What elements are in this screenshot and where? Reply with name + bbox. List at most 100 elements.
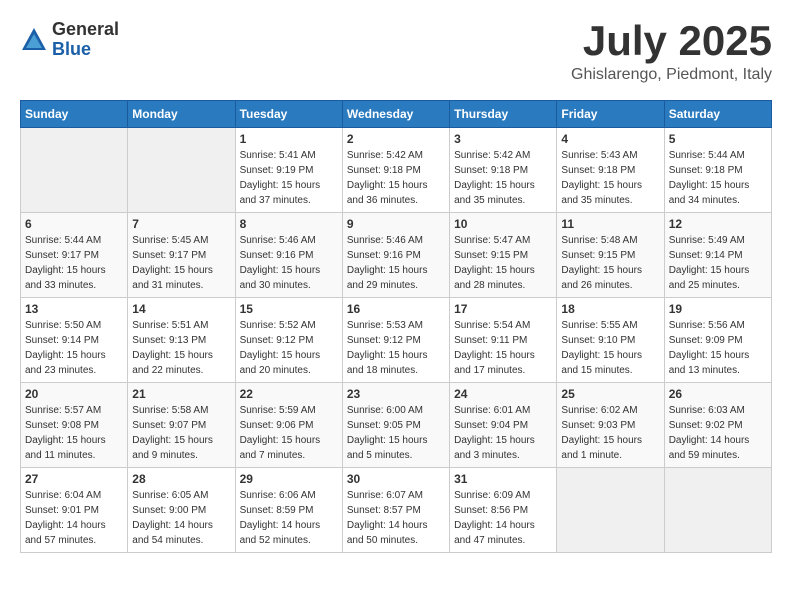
calendar-cell: 7Sunrise: 5:45 AM Sunset: 9:17 PM Daylig… (128, 213, 235, 298)
day-info: Sunrise: 5:45 AM Sunset: 9:17 PM Dayligh… (132, 233, 230, 293)
day-info: Sunrise: 5:46 AM Sunset: 9:16 PM Dayligh… (240, 233, 338, 293)
day-info: Sunrise: 5:49 AM Sunset: 9:14 PM Dayligh… (669, 233, 767, 293)
day-info: Sunrise: 5:58 AM Sunset: 9:07 PM Dayligh… (132, 403, 230, 463)
day-info: Sunrise: 6:03 AM Sunset: 9:02 PM Dayligh… (669, 403, 767, 463)
day-info: Sunrise: 6:09 AM Sunset: 8:56 PM Dayligh… (454, 488, 552, 548)
calendar-cell: 15Sunrise: 5:52 AM Sunset: 9:12 PM Dayli… (235, 298, 342, 383)
day-number: 1 (240, 132, 338, 146)
day-number: 5 (669, 132, 767, 146)
day-number: 26 (669, 387, 767, 401)
day-info: Sunrise: 5:42 AM Sunset: 9:18 PM Dayligh… (347, 148, 445, 208)
calendar-table: SundayMondayTuesdayWednesdayThursdayFrid… (20, 100, 772, 553)
day-number: 16 (347, 302, 445, 316)
calendar-cell: 9 Sunrise: 5:46 AM Sunset: 9:16 PM Daylig… (342, 213, 449, 298)
calendar-cell: 28 Sunrise: 6:05 AM Sunset: 9:00 PM Dayli… (128, 468, 235, 553)
weekday-header-monday: Monday (128, 101, 235, 128)
day-info: Sunrise: 5:48 AM Sunset: 9:15 PM Dayligh… (561, 233, 659, 293)
calendar-cell: 1 Sunrise: 5:41 AM Sunset: 9:19 PM Daylig… (235, 128, 342, 213)
day-number: 28 (132, 472, 230, 486)
day-number: 9 (347, 217, 445, 231)
calendar-body: 1 Sunrise: 5:41 AM Sunset: 9:19 PM Daylig… (21, 128, 772, 553)
calendar-cell: 19Sunrise: 5:56 AM Sunset: 9:09 PM Dayli… (664, 298, 771, 383)
day-number: 15 (240, 302, 338, 316)
calendar-cell: 3Sunrise: 5:42 AM Sunset: 9:18 PM Daylig… (450, 128, 557, 213)
day-info: Sunrise: 5:55 AM Sunset: 9:10 PM Dayligh… (561, 318, 659, 378)
day-info: Sunrise: 5:43 AM Sunset: 9:18 PM Dayligh… (561, 148, 659, 208)
day-info: Sunrise: 6:06 AM Sunset: 8:59 PM Dayligh… (240, 488, 338, 548)
day-info: Sunrise: 6:04 AM Sunset: 9:01 PM Dayligh… (25, 488, 123, 548)
calendar-cell: 12Sunrise: 5:49 AM Sunset: 9:14 PM Dayli… (664, 213, 771, 298)
calendar-cell (664, 468, 771, 553)
day-number: 13 (25, 302, 123, 316)
day-info: Sunrise: 5:44 AM Sunset: 9:18 PM Dayligh… (669, 148, 767, 208)
calendar-cell (557, 468, 664, 553)
calendar-cell: 16 Sunrise: 5:53 AM Sunset: 9:12 PM Dayli… (342, 298, 449, 383)
day-info: Sunrise: 5:56 AM Sunset: 9:09 PM Dayligh… (669, 318, 767, 378)
day-number: 11 (561, 217, 659, 231)
day-number: 23 (347, 387, 445, 401)
calendar-cell (21, 128, 128, 213)
calendar-cell: 11 Sunrise: 5:48 AM Sunset: 9:15 PM Dayli… (557, 213, 664, 298)
day-info: Sunrise: 6:01 AM Sunset: 9:04 PM Dayligh… (454, 403, 552, 463)
calendar-cell: 8 Sunrise: 5:46 AM Sunset: 9:16 PM Daylig… (235, 213, 342, 298)
day-number: 4 (561, 132, 659, 146)
calendar-cell: 31 Sunrise: 6:09 AM Sunset: 8:56 PM Dayli… (450, 468, 557, 553)
calendar-cell: 20Sunrise: 5:57 AM Sunset: 9:08 PM Dayli… (21, 383, 128, 468)
day-info: Sunrise: 5:41 AM Sunset: 9:19 PM Dayligh… (240, 148, 338, 208)
day-number: 27 (25, 472, 123, 486)
page-header: General Blue July 2025 Ghislarengo, Pied… (20, 20, 772, 84)
day-info: Sunrise: 6:05 AM Sunset: 9:00 PM Dayligh… (132, 488, 230, 548)
day-info: Sunrise: 6:00 AM Sunset: 9:05 PM Dayligh… (347, 403, 445, 463)
day-info: Sunrise: 5:46 AM Sunset: 9:16 PM Dayligh… (347, 233, 445, 293)
calendar-header: SundayMondayTuesdayWednesdayThursdayFrid… (21, 101, 772, 128)
day-number: 29 (240, 472, 338, 486)
day-number: 22 (240, 387, 338, 401)
calendar-cell: 21Sunrise: 5:58 AM Sunset: 9:07 PM Dayli… (128, 383, 235, 468)
day-info: Sunrise: 5:50 AM Sunset: 9:14 PM Dayligh… (25, 318, 123, 378)
day-info: Sunrise: 5:42 AM Sunset: 9:18 PM Dayligh… (454, 148, 552, 208)
day-number: 24 (454, 387, 552, 401)
day-number: 31 (454, 472, 552, 486)
calendar-cell: 26 Sunrise: 6:03 AM Sunset: 9:02 PM Dayli… (664, 383, 771, 468)
calendar-cell: 6 Sunrise: 5:44 AM Sunset: 9:17 PM Daylig… (21, 213, 128, 298)
day-number: 8 (240, 217, 338, 231)
weekday-header-wednesday: Wednesday (342, 101, 449, 128)
logo-blue-text: Blue (52, 40, 119, 60)
weekday-header-thursday: Thursday (450, 101, 557, 128)
calendar-cell: 4 Sunrise: 5:43 AM Sunset: 9:18 PM Daylig… (557, 128, 664, 213)
day-number: 10 (454, 217, 552, 231)
calendar-cell: 5 Sunrise: 5:44 AM Sunset: 9:18 PM Daylig… (664, 128, 771, 213)
day-number: 20 (25, 387, 123, 401)
weekday-header-friday: Friday (557, 101, 664, 128)
calendar-cell: 17Sunrise: 5:54 AM Sunset: 9:11 PM Dayli… (450, 298, 557, 383)
month-title: July 2025 (571, 20, 772, 62)
day-info: Sunrise: 5:53 AM Sunset: 9:12 PM Dayligh… (347, 318, 445, 378)
calendar-cell: 25Sunrise: 6:02 AM Sunset: 9:03 PM Dayli… (557, 383, 664, 468)
weekday-header-sunday: Sunday (21, 101, 128, 128)
day-number: 6 (25, 217, 123, 231)
weekday-row: SundayMondayTuesdayWednesdayThursdayFrid… (21, 101, 772, 128)
weekday-header-tuesday: Tuesday (235, 101, 342, 128)
day-info: Sunrise: 6:07 AM Sunset: 8:57 PM Dayligh… (347, 488, 445, 548)
location-title: Ghislarengo, Piedmont, Italy (571, 66, 772, 84)
calendar-cell: 24 Sunrise: 6:01 AM Sunset: 9:04 PM Dayli… (450, 383, 557, 468)
calendar-cell: 29 Sunrise: 6:06 AM Sunset: 8:59 PM Dayli… (235, 468, 342, 553)
calendar-week-2: 6 Sunrise: 5:44 AM Sunset: 9:17 PM Daylig… (21, 213, 772, 298)
weekday-header-saturday: Saturday (664, 101, 771, 128)
day-number: 2 (347, 132, 445, 146)
day-number: 25 (561, 387, 659, 401)
day-info: Sunrise: 5:54 AM Sunset: 9:11 PM Dayligh… (454, 318, 552, 378)
day-info: Sunrise: 5:47 AM Sunset: 9:15 PM Dayligh… (454, 233, 552, 293)
calendar-cell: 30 Sunrise: 6:07 AM Sunset: 8:57 PM Dayli… (342, 468, 449, 553)
calendar-cell: 27 Sunrise: 6:04 AM Sunset: 9:01 PM Dayli… (21, 468, 128, 553)
day-number: 18 (561, 302, 659, 316)
calendar-cell: 10 Sunrise: 5:47 AM Sunset: 9:15 PM Dayli… (450, 213, 557, 298)
day-info: Sunrise: 5:59 AM Sunset: 9:06 PM Dayligh… (240, 403, 338, 463)
day-info: Sunrise: 5:44 AM Sunset: 9:17 PM Dayligh… (25, 233, 123, 293)
calendar-cell: 23 Sunrise: 6:00 AM Sunset: 9:05 PM Dayli… (342, 383, 449, 468)
day-number: 30 (347, 472, 445, 486)
calendar-week-3: 13 Sunrise: 5:50 AM Sunset: 9:14 PM Dayli… (21, 298, 772, 383)
calendar-cell: 22 Sunrise: 5:59 AM Sunset: 9:06 PM Dayli… (235, 383, 342, 468)
day-info: Sunrise: 5:51 AM Sunset: 9:13 PM Dayligh… (132, 318, 230, 378)
logo-icon (20, 26, 48, 54)
